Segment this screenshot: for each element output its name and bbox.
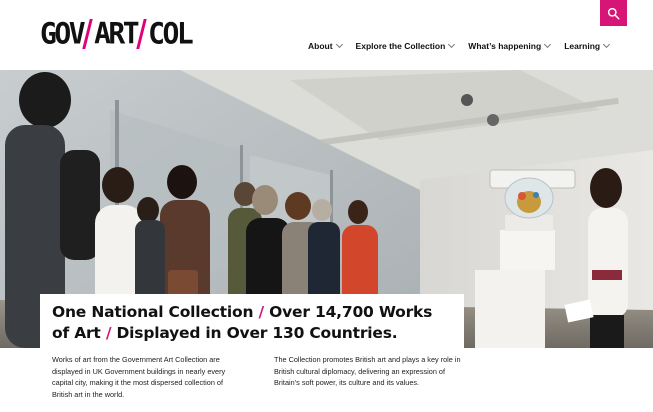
intro-text-left: Works of art from the Government Art Col… — [52, 355, 226, 399]
main-nav: About Explore the Collection What’s happ… — [308, 40, 611, 51]
logo-text-col: COL — [148, 16, 194, 51]
chevron-down-icon — [448, 40, 456, 49]
logo-text-art: ART — [94, 16, 140, 51]
nav-item-whats-happening[interactable]: What’s happening — [468, 40, 552, 51]
headline-part: Displayed in Over 130 Countries. — [116, 324, 398, 342]
headline-separator: / — [258, 303, 265, 321]
search-icon — [607, 7, 620, 20]
intro-text-right: The Collection promotes British art and … — [274, 355, 461, 387]
nav-item-learning[interactable]: Learning — [564, 40, 611, 51]
logo-text-gov: GOV — [40, 16, 86, 51]
chevron-down-icon — [335, 40, 343, 49]
site-logo[interactable]: GOV ART COL — [40, 16, 194, 51]
nav-item-label: About — [308, 41, 333, 51]
headline-separator: / — [105, 324, 112, 342]
headline-part: One National Collection — [52, 303, 254, 321]
hero-headline-box: One National Collection / Over 14,700 Wo… — [40, 294, 464, 348]
search-button[interactable] — [600, 0, 627, 26]
chevron-down-icon — [603, 40, 611, 49]
hero-headline: One National Collection / Over 14,700 Wo… — [52, 302, 452, 344]
nav-item-label: Explore the Collection — [355, 41, 446, 51]
chevron-down-icon — [544, 40, 552, 49]
nav-item-explore-the-collection[interactable]: Explore the Collection — [355, 40, 456, 51]
nav-item-about[interactable]: About — [308, 40, 343, 51]
logo-slash — [136, 19, 147, 49]
site-header: GOV ART COL About Explore the Collection… — [0, 0, 653, 70]
nav-item-label: What’s happening — [468, 41, 542, 51]
nav-item-label: Learning — [564, 41, 601, 51]
logo-slash — [82, 19, 93, 49]
